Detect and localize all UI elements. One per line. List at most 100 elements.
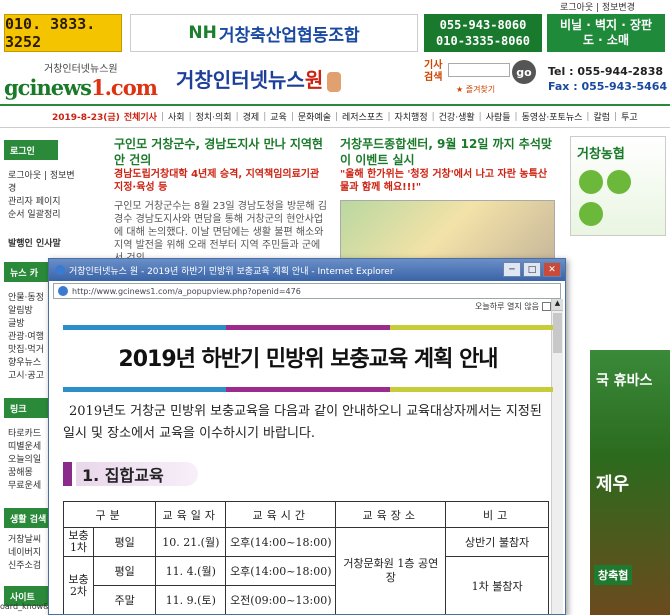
nh-name: 거창축산업협동조합	[218, 25, 360, 46]
news-2-headline[interactable]: 거창푸드종합센터, 9월 12일 까지 추석맞이 이벤트 실시	[340, 136, 555, 168]
scroll-up-icon[interactable]: ▲	[552, 299, 563, 311]
logo-main: gcinews	[4, 75, 92, 100]
search-input[interactable]	[448, 63, 510, 77]
logo-accent: 1.com	[90, 75, 158, 100]
time-cell: 오후(14:00~18:00)	[225, 527, 337, 557]
nh-cooperative-banner[interactable]: NH 거창축산업협동조합	[130, 14, 418, 52]
site-logo[interactable]: 거창인터넷뉴스원 gcinews1.com	[4, 60, 158, 100]
dont-show-today[interactable]: 오늘하루 열지 않음	[475, 301, 551, 312]
livestock-ad-text: 국 휴바스	[596, 373, 653, 389]
thumbs-up-icon	[327, 71, 342, 92]
nav-separator: |	[586, 111, 590, 122]
nav-separator: |	[290, 111, 294, 122]
phone-ad-banner[interactable]: 010. 3833. 3252	[4, 14, 122, 52]
login-links[interactable]: 로그아웃 | 정보변 경 관리자 페이지 순서 일괄정리	[8, 170, 75, 222]
stripe-segment	[63, 325, 227, 330]
nav-item[interactable]: 레저스포츠	[342, 110, 383, 123]
nav-separator: |	[478, 111, 482, 122]
site-title: 거창인터넷뉴스원	[176, 64, 342, 93]
nav-item[interactable]: 교육	[270, 110, 287, 123]
time-cell: 오후(14:00~18:00)	[225, 556, 337, 586]
maximize-button[interactable]: □	[523, 262, 541, 277]
top-account-links[interactable]: 로그아웃 | 정보변경	[560, 0, 635, 13]
logo-subtitle: 거창인터넷뉴스원	[44, 64, 118, 75]
place-cell: 거창문화원 1층 공연장	[335, 527, 447, 614]
search-go-button[interactable]: go	[512, 60, 536, 84]
bottom-color-stripe	[63, 387, 553, 392]
publisher-greeting-link[interactable]: 발행인 인사말	[8, 238, 61, 251]
news-1-body: 구인모 거창군수는 8월 23일 경남도청을 방문해 김경수 경남도지사와 면담…	[114, 201, 327, 264]
dont-show-checkbox[interactable]	[542, 302, 551, 311]
green-phone-2: 010-3335-8060	[436, 34, 530, 48]
news-category-list[interactable]: 안물·동정 알림방 글방 관광·여행 맛집·먹거 향우뉴스 고시·공고	[8, 292, 44, 383]
table-header: 교육장소	[335, 501, 447, 528]
nav-item[interactable]: 건강·생활	[439, 110, 475, 123]
stripe-segment	[389, 387, 553, 392]
site-title-main: 거창인터넷뉴스	[176, 68, 305, 92]
livestock-ad[interactable]: 국 휴바스 제우 창축협	[590, 350, 670, 615]
popup-window: 거창인터넷뉴스 원 - 2019년 하반기 민방위 보충교육 계획 안내 - I…	[48, 258, 566, 615]
document-intro: 2019년도 거창군 민방위 보충교육을 다음과 같이 안내하오니 교육대상자께…	[63, 404, 542, 441]
close-button[interactable]: ✕	[543, 262, 561, 277]
table-header: 교육일자	[155, 501, 227, 528]
shop-line-2: 도 · 소매	[582, 33, 630, 47]
nav-date: 2019-8-23(금)	[52, 113, 120, 123]
nav-separator: |	[431, 111, 435, 122]
life-search-list[interactable]: 거창날씨 네이버지 신주소검	[8, 534, 41, 573]
nav-item[interactable]: 경제	[243, 110, 260, 123]
nav-item[interactable]: 사회	[168, 110, 185, 123]
link-list[interactable]: 타로카드 띠별운세 오늘의일 꿈해몽 무료운세	[8, 428, 41, 493]
stripe-segment	[226, 325, 390, 330]
contact-info: Tel : 055-944-2838 Fax : 055-943-5464	[548, 65, 668, 93]
apple-icon	[607, 170, 631, 194]
nav-item[interactable]: 문화예술	[298, 110, 331, 123]
top-color-stripe	[63, 325, 553, 330]
section-bar	[63, 462, 72, 486]
nav-separator: |	[614, 111, 618, 122]
main-nav: 2019-8-23(금) 전체기사 | 사회 | 정치·의회 | 경제 | 교육 | 문화예술 | 레저…	[0, 104, 670, 128]
login-section-header: 로그인	[4, 140, 58, 160]
table-row: 보충 2차 평일 11. 4.(월) 오후(14:00~18:00) 1차 불참…	[63, 556, 549, 614]
green-phone-1: 055-943-8060	[439, 18, 527, 32]
livestock-ad-label: 창축협	[594, 565, 633, 585]
phone-green-banner[interactable]: 055-943-8060 010-3335-8060	[424, 14, 542, 52]
wallpaper-shop-banner[interactable]: 비닐 · 벽지 · 장판 도 · 소매	[547, 14, 665, 52]
news-1-headline[interactable]: 구인모 거창군수, 경남도지사 만나 지역현안 건의	[114, 136, 329, 168]
nonghyup-title: 거창농협	[577, 147, 625, 162]
search-label: 기사 검색	[424, 60, 443, 83]
nonghyup-ad[interactable]: 거창농협	[570, 136, 666, 236]
stripe-segment	[63, 387, 227, 392]
table-header: 구분	[62, 501, 157, 528]
apple-icon	[579, 202, 603, 226]
news-2-subheadline[interactable]: "올해 한가위는 '청정 거창'에서 나고 자란 농특산물과 함께 해요!!!"	[340, 168, 555, 194]
type-cell: 주말	[92, 585, 157, 614]
section-heading: 1. 집합교육	[63, 462, 198, 486]
nav-item[interactable]: 투고	[621, 110, 638, 123]
livestock-ad-mid: 제우	[596, 474, 630, 495]
nav-item[interactable]: 사람들	[486, 110, 511, 123]
nh-logo: NH	[188, 23, 217, 43]
nav-separator: |	[160, 111, 164, 122]
table-row: 보충 1차 평일 10. 21.(월) 오후(14:00~18:00) 거창문화…	[63, 527, 549, 614]
ie-icon	[55, 265, 65, 275]
group-cell: 보충 1차	[63, 527, 94, 557]
favorites-link[interactable]: ★ 즐겨찾기	[456, 84, 495, 95]
minimize-button[interactable]: ─	[503, 262, 521, 277]
nav-separator: |	[514, 111, 518, 122]
nav-item[interactable]: 정치·의회	[196, 110, 232, 123]
news-1-subheadline[interactable]: 경남도립거창대학 4년제 승격, 지역책임의료기관 지정·육성 등	[114, 168, 329, 194]
stripe-segment	[389, 325, 553, 330]
address-bar[interactable]: http://www.gcinews1.com/a_popupview.php?…	[53, 283, 561, 299]
popup-titlebar[interactable]: 거창인터넷뉴스 원 - 2019년 하반기 민방위 보충교육 계획 안내 - I…	[49, 259, 565, 281]
nav-item[interactable]: 자치행정	[394, 110, 427, 123]
nav-item[interactable]: 동영상·포토뉴스	[522, 110, 583, 123]
stripe-segment	[226, 387, 390, 392]
news-2-photo[interactable]	[340, 200, 555, 260]
nav-item[interactable]: 칼럼	[593, 110, 610, 123]
scroll-thumb[interactable]	[553, 313, 562, 353]
status-bar-url: oard_know&	[0, 602, 50, 611]
nav-item[interactable]: 전체기사	[124, 110, 157, 123]
time-cell: 오전(09:00~13:00)	[225, 585, 337, 614]
type-cell: 평일	[92, 527, 157, 557]
section-label: 1. 집합교육	[76, 462, 198, 486]
